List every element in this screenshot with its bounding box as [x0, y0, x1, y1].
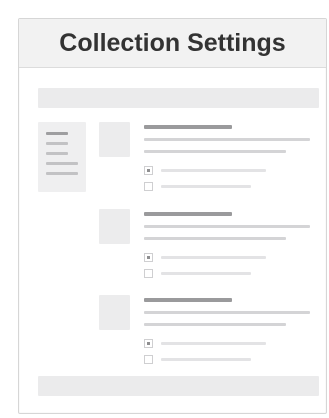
- option-label-placeholder: [161, 272, 251, 275]
- collection-thumbnail: [99, 209, 130, 244]
- collection-thumbnail: [99, 295, 130, 330]
- collection-description-placeholder: [144, 323, 286, 326]
- sidebar-item[interactable]: [46, 132, 68, 135]
- check-mark-icon: [147, 169, 150, 172]
- collection-title-placeholder: [144, 125, 232, 129]
- collection-description-placeholder: [144, 225, 310, 228]
- sidebar-item[interactable]: [46, 162, 78, 165]
- bottom-bar-placeholder: [38, 376, 319, 396]
- option-checkbox[interactable]: [144, 253, 153, 262]
- sidebar: [38, 122, 86, 192]
- collection-title-placeholder: [144, 298, 232, 302]
- content-panel: [20, 68, 325, 412]
- collection-description-placeholder: [144, 138, 310, 141]
- sidebar-item[interactable]: [46, 172, 78, 175]
- option-checkbox[interactable]: [144, 355, 153, 364]
- option-label-placeholder: [161, 358, 251, 361]
- option-label-placeholder: [161, 342, 266, 345]
- check-mark-icon: [147, 256, 150, 259]
- collection-description-placeholder: [144, 311, 310, 314]
- collection-description-placeholder: [144, 150, 286, 153]
- settings-card: Collection Settings: [18, 18, 327, 414]
- option-checkbox[interactable]: [144, 339, 153, 348]
- option-label-placeholder: [161, 185, 251, 188]
- option-label-placeholder: [161, 256, 266, 259]
- sidebar-item[interactable]: [46, 142, 68, 145]
- collection-description-placeholder: [144, 237, 286, 240]
- option-label-placeholder: [161, 169, 266, 172]
- sidebar-item[interactable]: [46, 152, 68, 155]
- collection-thumbnail: [99, 122, 130, 157]
- header: Collection Settings: [19, 19, 326, 68]
- check-mark-icon: [147, 342, 150, 345]
- option-checkbox[interactable]: [144, 269, 153, 278]
- option-checkbox[interactable]: [144, 182, 153, 191]
- option-checkbox[interactable]: [144, 166, 153, 175]
- page-title: Collection Settings: [59, 28, 286, 57]
- collection-title-placeholder: [144, 212, 232, 216]
- top-bar-placeholder: [38, 88, 319, 108]
